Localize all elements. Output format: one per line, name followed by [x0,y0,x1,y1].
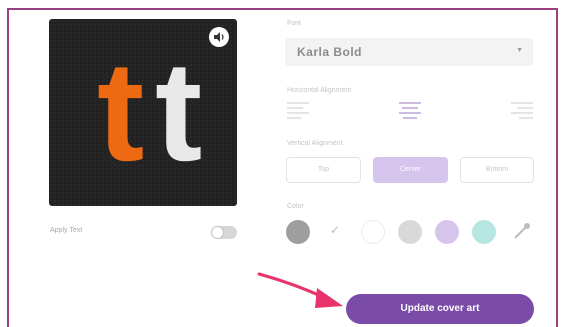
apply-text-label: Apply Text [50,227,83,234]
vertical-align-top-button[interactable]: Top [286,157,361,183]
color-swatch-light-gray[interactable] [398,220,422,244]
cover-art-preview: t t [49,19,237,206]
color-label: Color [287,203,304,210]
vertical-alignment-label: Vertical Alignment [287,140,343,147]
align-center-icon[interactable] [399,102,421,122]
font-select-value: Karla Bold [297,45,363,59]
eyedropper-icon[interactable] [511,220,533,247]
font-select[interactable]: Karla Bold ▼ [285,38,533,66]
align-right-icon[interactable] [511,102,533,122]
horizontal-alignment-label: Horizontal Alignment [287,87,352,94]
annotation-arrow [257,272,343,308]
apply-text-toggle[interactable] [211,226,237,239]
check-icon: ✓ [330,223,341,237]
vertical-align-bottom-button[interactable]: Bottom [460,157,534,183]
color-swatch-lavender[interactable] [435,220,459,244]
color-swatch-gray[interactable] [286,220,310,244]
chevron-down-icon: ▼ [516,47,523,54]
color-swatch-mint[interactable] [472,220,496,244]
vertical-align-center-button[interactable]: Center [373,157,448,183]
toggle-knob [212,227,223,238]
font-label: Font [287,20,302,27]
cover-letter-orange: t [97,32,145,191]
align-left-icon[interactable] [287,102,309,122]
color-swatch-white[interactable] [361,220,385,244]
update-cover-art-button[interactable]: Update cover art [346,294,534,324]
speaker-icon [209,27,229,47]
cover-letter-white: t [155,32,203,191]
